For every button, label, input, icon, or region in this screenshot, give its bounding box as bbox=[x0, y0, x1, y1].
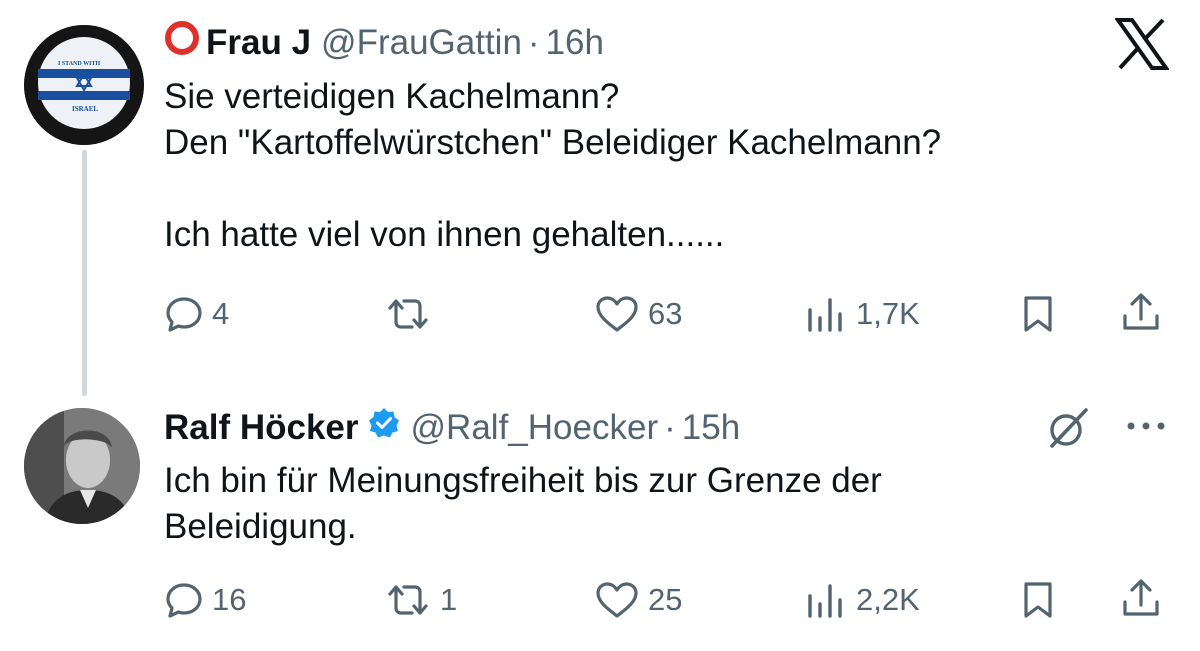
share-button[interactable] bbox=[1120, 578, 1162, 620]
views-count: 1,7K bbox=[856, 296, 920, 331]
tweet-header: Ralf Höcker @Ralf_Hoecker · 15h bbox=[164, 406, 740, 449]
bookmark-icon bbox=[1018, 294, 1058, 334]
retweet-button[interactable] bbox=[384, 294, 440, 334]
retweet-icon bbox=[384, 294, 432, 334]
verified-badge-icon bbox=[367, 406, 401, 449]
views-icon bbox=[804, 580, 848, 620]
views-button[interactable]: 1,7K bbox=[804, 294, 920, 334]
views-button[interactable]: 2,2K bbox=[804, 580, 920, 620]
x-logo-icon[interactable] bbox=[1114, 18, 1170, 70]
reply-count: 4 bbox=[212, 296, 230, 331]
reply-button[interactable]: 16 bbox=[164, 580, 246, 620]
retweet-icon bbox=[384, 580, 432, 620]
author-handle[interactable]: @FrauGattin bbox=[321, 23, 522, 63]
i-stand-with-israel-badge-icon bbox=[24, 25, 144, 145]
reply-icon bbox=[164, 294, 204, 334]
retweet-button[interactable]: 1 bbox=[384, 580, 457, 620]
thread-line bbox=[82, 150, 87, 396]
timestamp[interactable]: 16h bbox=[546, 23, 604, 63]
bookmark-button[interactable] bbox=[1018, 294, 1058, 334]
reply-icon bbox=[164, 580, 204, 620]
heart-icon bbox=[594, 580, 640, 620]
tweet-text: Sie verteidigen Kachelmann? Den "Kartoff… bbox=[164, 77, 942, 254]
author-name[interactable]: Frau J bbox=[206, 23, 311, 63]
share-icon bbox=[1120, 292, 1162, 334]
share-button[interactable] bbox=[1120, 292, 1162, 334]
author-name[interactable]: Ralf Höcker bbox=[164, 408, 359, 448]
avatar-text-top: I STAND WITH bbox=[58, 61, 101, 67]
separator: · bbox=[664, 407, 676, 447]
heart-icon bbox=[594, 294, 640, 334]
views-icon bbox=[804, 294, 848, 334]
retweet-count: 1 bbox=[440, 582, 458, 617]
red-circle-icon bbox=[164, 20, 200, 65]
like-count: 25 bbox=[648, 582, 683, 617]
separator: · bbox=[527, 22, 540, 62]
reply-button[interactable]: 4 bbox=[164, 294, 229, 334]
bookmark-button[interactable] bbox=[1018, 580, 1058, 620]
avatar[interactable] bbox=[24, 408, 140, 524]
like-button[interactable]: 63 bbox=[594, 294, 682, 334]
author-handle[interactable]: @Ralf_Hoecker bbox=[411, 408, 659, 448]
share-icon bbox=[1120, 578, 1162, 620]
profile-photo-icon bbox=[24, 408, 140, 524]
tweet-text: Ich bin für Meinungsfreiheit bis zur Gre… bbox=[164, 461, 882, 546]
bookmark-icon bbox=[1018, 580, 1058, 620]
views-count: 2,2K bbox=[856, 582, 920, 617]
avatar[interactable]: I STAND WITH ISRAEL bbox=[24, 25, 144, 145]
tweet-header: Frau J @FrauGattin · 16h bbox=[164, 20, 604, 65]
timestamp[interactable]: 15h bbox=[682, 408, 740, 448]
grok-icon[interactable] bbox=[1042, 406, 1092, 457]
reply-count: 16 bbox=[212, 582, 247, 617]
like-button[interactable]: 25 bbox=[594, 580, 682, 620]
more-dots-icon[interactable] bbox=[1124, 416, 1168, 441]
like-count: 63 bbox=[648, 296, 683, 331]
avatar-text-bottom: ISRAEL bbox=[72, 105, 99, 113]
